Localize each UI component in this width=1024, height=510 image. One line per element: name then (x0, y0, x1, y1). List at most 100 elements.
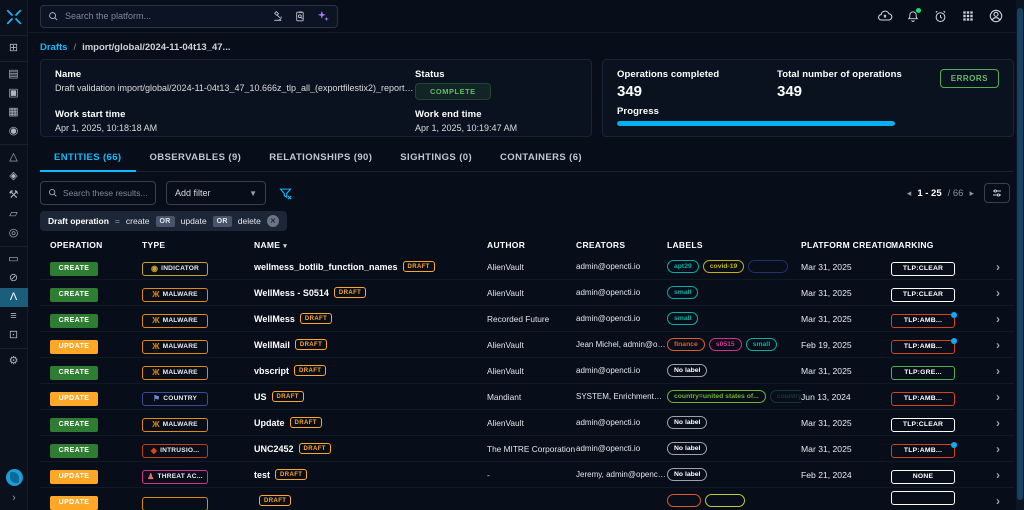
filter-value: create (126, 216, 150, 226)
global-search[interactable] (40, 5, 338, 28)
sidebar-item-locations-icon[interactable]: ◎ (0, 224, 28, 243)
label-chip: small (667, 286, 698, 299)
sidebar-item-investigations-icon[interactable]: ⊘ (0, 269, 28, 288)
author-cell: AlienVault (487, 288, 576, 298)
sidebar-item-events-icon[interactable]: ▦ (0, 103, 28, 122)
column-header-type[interactable]: TYPE (142, 240, 254, 250)
entity-tabs: ENTITIES (66)OBSERVABLES (9)RELATIONSHIP… (40, 145, 1014, 172)
row-expand-chevron-icon[interactable]: › (996, 260, 1000, 274)
column-header-marking[interactable]: MARKING (891, 240, 981, 250)
next-page-icon[interactable]: ▸ (969, 188, 974, 199)
tab-sightings[interactable]: SIGHTINGS (0) (386, 145, 486, 171)
breadcrumb-drafts-link[interactable]: Drafts (40, 42, 67, 53)
column-header-platform-creation-date[interactable]: PLATFORM CREATION DATE (801, 240, 891, 250)
sidebar-item-arsenal-icon[interactable]: ◈ (0, 167, 28, 186)
table-row[interactable]: CREATEЖMALWAREUpdateDRAFTAlienVaultadmin… (40, 410, 1014, 436)
marking-chip: TLP:AMB... (891, 444, 955, 458)
table-row[interactable]: CREATE◉INDICATORwellmess_botlib_function… (40, 254, 1014, 280)
sidebar-item-observations-icon[interactable]: ◉ (0, 122, 28, 141)
results-search-input[interactable] (63, 188, 148, 198)
investigation-search-icon[interactable] (294, 10, 307, 23)
row-expand-chevron-icon[interactable]: › (996, 390, 1000, 404)
filter-operator: = (115, 216, 120, 226)
entity-name: test (254, 470, 270, 480)
sidebar-item-cases-icon[interactable]: ▣ (0, 84, 28, 103)
notifications-bell-icon[interactable] (906, 9, 920, 24)
breadcrumb: Drafts / import/global/2024-11-04t13_47.… (40, 33, 1014, 59)
account-icon[interactable] (988, 8, 1004, 24)
global-search-input[interactable] (65, 11, 266, 21)
column-header-labels[interactable]: LABELS (667, 240, 801, 250)
sidebar-item-threats-icon[interactable]: △ (0, 148, 28, 167)
entity-type-icon: Ж (152, 343, 159, 351)
research-icon[interactable] (272, 10, 285, 23)
tab-containers[interactable]: CONTAINERS (6) (486, 145, 596, 171)
list-settings-icon[interactable] (984, 183, 1010, 203)
label-chip: country=us (770, 390, 801, 403)
sidebar-item-techniques-icon[interactable]: ⚒ (0, 186, 28, 205)
column-header-name[interactable]: NAME▾ (254, 240, 487, 250)
add-filter-select[interactable]: Add filter ▼ (166, 181, 266, 205)
sidebar-expand-chevron-icon[interactable]: › (12, 492, 16, 504)
prev-page-icon[interactable]: ◂ (907, 188, 912, 199)
apps-grid-icon[interactable] (961, 9, 975, 23)
row-expand-chevron-icon[interactable]: › (996, 442, 1000, 456)
sidebar-item-trash-icon[interactable]: ⊡ (0, 326, 28, 345)
sidebar-item-dashboard-icon[interactable]: ⊞ (0, 39, 28, 58)
column-header-author[interactable]: AUTHOR (487, 240, 576, 250)
sidebar-item-analyses-icon[interactable]: ▤ (0, 65, 28, 84)
table-row[interactable]: UPDATEЖMALWAREWellMailDRAFTAlienVaultJea… (40, 332, 1014, 358)
sort-arrow-icon: ▾ (283, 243, 287, 250)
active-filter-chip[interactable]: Draft operation = createORupdateORdelete… (40, 211, 287, 231)
table-row[interactable]: UPDATE♟THREAT AC...testDRAFT-Jeremy, adm… (40, 462, 1014, 488)
sidebar-item-drafts-icon[interactable]: Λ (0, 288, 28, 307)
row-expand-chevron-icon[interactable]: › (996, 468, 1000, 482)
sidebar-item-settings-icon[interactable]: ⚙ (0, 352, 28, 371)
cloud-sync-icon[interactable] (877, 8, 893, 24)
author-cell: Recorded Future (487, 314, 576, 324)
errors-button[interactable]: ERRORS (940, 69, 999, 88)
filter-or-toggle[interactable]: OR (213, 216, 232, 227)
table-row[interactable]: UPDATE⚑COUNTRYUSDRAFTMandiantSYSTEM, Enr… (40, 384, 1014, 410)
triggers-alarm-icon[interactable] (933, 9, 948, 24)
tab-observables[interactable]: OBSERVABLES (9) (136, 145, 256, 171)
sidebar-divider (0, 144, 28, 145)
marking-chip: TLP:CLEAR (891, 418, 955, 432)
labels-cell (667, 494, 801, 507)
table-row[interactable]: CREATE◆INTRUSIO...UNC2452DRAFTThe MITRE … (40, 436, 1014, 462)
column-header-creators[interactable]: CREATORS (576, 240, 667, 250)
row-expand-chevron-icon[interactable]: › (996, 286, 1000, 300)
results-search[interactable] (40, 181, 156, 205)
draft-badge: DRAFT (334, 287, 366, 298)
tab-entities[interactable]: ENTITIES (66) (40, 145, 136, 171)
row-expand-chevron-icon[interactable]: › (996, 364, 1000, 378)
table-row[interactable]: CREATEЖMALWAREWellMess - S0514DRAFTAlien… (40, 280, 1014, 306)
row-expand-chevron-icon[interactable]: › (996, 494, 1000, 508)
row-expand-chevron-icon[interactable]: › (996, 338, 1000, 352)
table-header: OPERATIONTYPENAME▾AUTHORCREATORSLABELSPL… (40, 236, 1014, 254)
column-header-operation[interactable]: OPERATION (50, 240, 142, 250)
tab-relationships[interactable]: RELATIONSHIPS (90) (255, 145, 386, 171)
ai-sparkles-icon[interactable] (316, 9, 330, 23)
table-row[interactable]: CREATEЖMALWAREvbscriptDRAFTAlienVaultadm… (40, 358, 1014, 384)
clear-filters-icon[interactable] (278, 186, 293, 201)
sidebar-item-data-icon[interactable]: ≡ (0, 307, 28, 326)
table-row[interactable]: CREATEЖMALWAREWellMessDRAFTRecorded Futu… (40, 306, 1014, 332)
entity-type-label: INTRUSIO... (160, 447, 199, 454)
opencti-logo-icon[interactable] (0, 2, 28, 32)
vertical-scrollbar[interactable] (1016, 0, 1024, 510)
sidebar-item-entities-icon[interactable]: ▱ (0, 205, 28, 224)
filter-remove-icon[interactable]: ✕ (267, 215, 279, 227)
filigran-avatar[interactable] (6, 469, 23, 486)
entity-type-label: COUNTRY (163, 395, 197, 402)
add-filter-label: Add filter (175, 188, 211, 198)
work-end-value: Apr 1, 2025, 10:19:47 AM (415, 123, 577, 133)
scrollbar-thumb[interactable] (1017, 8, 1023, 500)
filter-or-toggle[interactable]: OR (156, 216, 175, 227)
row-expand-chevron-icon[interactable]: › (996, 312, 1000, 326)
entity-name: vbscript (254, 366, 289, 376)
table-row[interactable]: UPDATEDRAFT› (40, 488, 1014, 510)
row-expand-chevron-icon[interactable]: › (996, 416, 1000, 430)
sidebar-item-dashboards-icon[interactable]: ▭ (0, 250, 28, 269)
label-chip: apt29 (667, 260, 699, 273)
